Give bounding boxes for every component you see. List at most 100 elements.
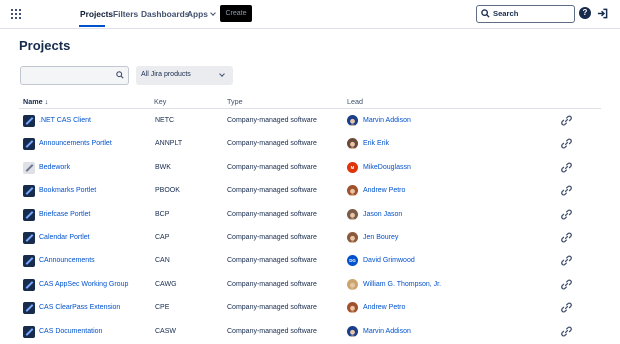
project-name-link[interactable]: CAS AppSec Working Group [39, 281, 128, 288]
global-search[interactable]: Search [476, 5, 575, 23]
table-row: CAS Documentation CASW Company-managed sof… [0, 321, 620, 344]
project-icon [23, 302, 35, 315]
project-lead-link[interactable]: David Grimwood [363, 257, 415, 264]
user-avatar-icon [349, 329, 356, 337]
link-icon[interactable] [561, 209, 572, 220]
link-icon[interactable] [561, 138, 572, 149]
link-icon[interactable] [561, 115, 572, 126]
project-type: Company-managed software [227, 140, 317, 148]
product-filter-select[interactable]: All Jira products [136, 66, 233, 85]
project-icon [23, 208, 35, 221]
project-name-link[interactable]: .NET CAS Client [39, 117, 91, 124]
top-navigation: Projects Filters Dashboards Apps Create … [0, 0, 620, 29]
project-name-link[interactable]: CAS ClearPass Extension [39, 304, 120, 311]
project-icon [23, 232, 35, 244]
project-key: CAN [155, 257, 170, 265]
project-lead-link[interactable]: Andrew Petro [363, 304, 405, 311]
table-row: Briefcase Portlet BCP Company-managed soft… [0, 204, 620, 227]
project-type: Company-managed software [227, 163, 317, 171]
page-title: Projects [19, 38, 71, 53]
project-key: ANNPLT [155, 140, 183, 148]
project-key: CAP [155, 234, 170, 241]
project-lead-link[interactable]: Marvin Addison [363, 328, 411, 335]
avatar: DG [347, 255, 358, 267]
search-icon [116, 71, 124, 79]
project-search-field[interactable] [20, 66, 129, 87]
project-type: Company-managed software [227, 280, 317, 288]
table-row: Bedework BWK Company-managed software M Mike… [0, 157, 620, 180]
avatar [347, 208, 358, 220]
user-avatar-icon [349, 212, 356, 220]
project-lead-link[interactable]: Andrew Petro [363, 187, 405, 194]
project-icon [23, 185, 35, 198]
nav-dashboards[interactable]: Dashboards [141, 9, 189, 19]
project-type: Company-managed software [227, 257, 317, 265]
project-icon [23, 115, 35, 127]
avatar [347, 115, 358, 126]
table-row: CAS ClearPass Extension CPE Company-manage… [0, 297, 620, 320]
table-row: Bookmarks Portlet PBOOK Company-managed so… [0, 180, 620, 203]
active-nav-indicator [79, 25, 105, 27]
project-lead-link[interactable]: Jen Bourey [363, 234, 398, 241]
project-key: NETC [155, 117, 175, 124]
column-header-name[interactable]: Name ↓ [23, 97, 48, 106]
project-type: Company-managed software [227, 234, 317, 241]
project-search-input[interactable] [25, 70, 117, 87]
chevron-down-icon [210, 10, 216, 16]
project-icon [23, 325, 35, 338]
link-icon[interactable] [561, 326, 572, 337]
link-icon[interactable] [561, 162, 572, 173]
user-avatar-icon [349, 306, 356, 314]
help-icon[interactable]: ? [579, 7, 591, 19]
app-switcher-icon[interactable] [11, 9, 21, 19]
project-type: Company-managed software [227, 117, 317, 124]
project-name-link[interactable]: CAS Documentation [39, 328, 102, 335]
project-lead-link[interactable]: Jason Jason [363, 211, 402, 218]
project-lead-link[interactable]: MikeDouglassn [363, 164, 411, 171]
link-icon[interactable] [561, 302, 572, 313]
project-lead-link[interactable]: William G. Thompson, Jr. [363, 281, 441, 288]
project-name-link[interactable]: Briefcase Portlet [39, 211, 90, 218]
project-key: CPE [155, 304, 170, 312]
create-button[interactable]: Create [220, 5, 252, 22]
project-name-link[interactable]: Bookmarks Portlet [39, 187, 96, 194]
project-icon [23, 255, 35, 268]
avatar [347, 325, 358, 337]
table-row: CAS AppSec Working Group CAWG Company-mana… [0, 274, 620, 297]
project-type: Company-managed software [227, 210, 317, 218]
project-name-link[interactable]: Announcements Portlet [39, 140, 112, 147]
project-lead-link[interactable]: Erik Erik [363, 140, 389, 147]
link-icon[interactable] [561, 185, 572, 196]
link-icon[interactable] [561, 255, 572, 266]
project-name-link[interactable]: Bedework [39, 164, 70, 171]
nav-filters[interactable]: Filters [113, 9, 138, 19]
table-row: Announcements Portlet ANNPLT Company-manag… [0, 133, 620, 156]
table-row: Calendar Portlet CAP Company-managed softw… [0, 227, 620, 250]
search-label: Search [493, 9, 519, 18]
link-icon[interactable] [561, 279, 572, 290]
column-header-key: Key [154, 97, 167, 106]
table-row: .NET CAS Client NETC Company-managed softw… [0, 110, 620, 133]
project-key: CAWG [155, 280, 177, 288]
nav-apps[interactable]: Apps [187, 9, 216, 19]
user-avatar-icon [349, 118, 356, 126]
user-avatar-icon [349, 142, 356, 150]
avatar [347, 278, 358, 290]
project-icon [23, 278, 35, 291]
project-type: Company-managed software [227, 187, 317, 195]
project-name-link[interactable]: Calendar Portlet [39, 234, 90, 241]
product-filter-value: All Jira products [141, 71, 191, 78]
chevron-down-icon [219, 71, 225, 77]
project-type: Company-managed software [227, 304, 317, 312]
search-icon [481, 9, 490, 18]
avatar: M [347, 161, 358, 173]
project-key: PBOOK [155, 187, 180, 195]
nav-projects[interactable]: Projects [80, 9, 113, 19]
project-lead-link[interactable]: Marvin Addison [363, 117, 411, 124]
link-icon[interactable] [561, 232, 572, 243]
log-in-icon[interactable] [597, 8, 608, 19]
table-row: CAnnouncements CAN Company-managed softwar… [0, 250, 620, 273]
project-name-link[interactable]: CAnnouncements [39, 257, 95, 264]
avatar [347, 138, 358, 150]
project-icon [23, 161, 35, 174]
